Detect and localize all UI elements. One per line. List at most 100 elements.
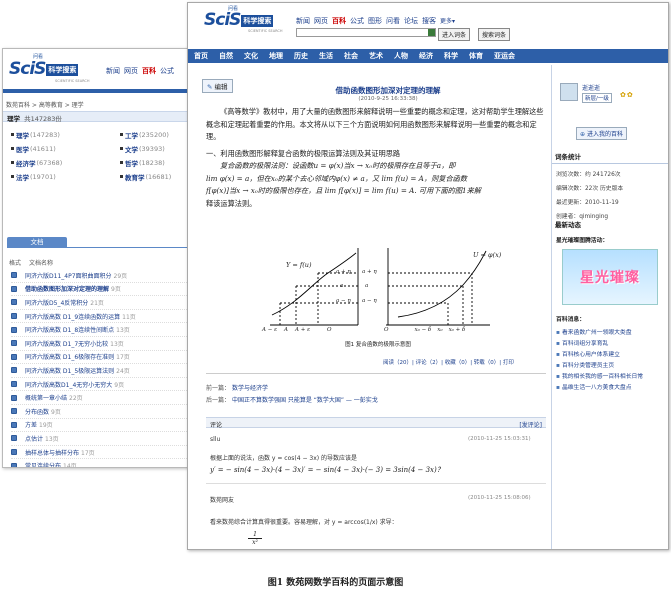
front-nav-ask[interactable]: 问看	[386, 16, 400, 26]
enter-entry-button[interactable]: 进入词条	[438, 28, 471, 41]
prev-label: 前一篇：	[206, 385, 231, 392]
figure-main-caption: 图1 数苑网数学百科的页面示意图	[267, 578, 404, 588]
docs-tab[interactable]: 文档	[7, 237, 67, 247]
subject-item[interactable]: 医学 (41611)	[11, 143, 91, 154]
subject-item[interactable]: 理学 (147283)	[11, 129, 91, 140]
doc-row[interactable]: 同济六版高数D1_4无穷小无穷大 9页	[11, 378, 189, 392]
next-link[interactable]: 中国正不算数学强国 只能算是 “数学大国” — 一彭实戈	[232, 397, 378, 404]
subject-item[interactable]: 法学 (19701)	[11, 171, 91, 182]
doc-row[interactable]: 同济六版高数 D1_6极限存在准则 17页	[11, 351, 189, 365]
doc-row[interactable]: 点估计 13页	[11, 432, 189, 446]
doc-row[interactable]: 同济六版高数 D1_5极限运算法则 24页	[11, 364, 189, 378]
right-curve	[397, 250, 487, 318]
subject-item[interactable]: 哲学 (18238)	[120, 157, 191, 168]
promo-banner[interactable]: 星光璀璨	[562, 249, 658, 305]
wiki-news-item[interactable]: ▪ 百科核心用户体系建立	[552, 348, 668, 359]
document-icon	[11, 367, 17, 374]
front-logo[interactable]: SciS 科学搜索	[204, 10, 274, 30]
front-nav-forum[interactable]: 论坛	[404, 16, 418, 26]
doc-row[interactable]: 借助函数图形加深对定理的理解 9页	[11, 282, 189, 297]
category-tab[interactable]: 艺术	[369, 51, 383, 61]
category-tab[interactable]: 经济	[419, 51, 433, 61]
category-tab[interactable]: 生活	[319, 51, 333, 61]
doc-title[interactable]: 同济六版高数 D1_9连续函数的运算	[25, 312, 120, 321]
prev-link[interactable]: 数学与经济学	[232, 385, 268, 392]
wiki-news-item[interactable]: ▪ 看来函数广州一领眼大类盘	[552, 326, 668, 337]
comment-1-formula: y′ = − sin(4 − 3x)·(4 − 3x)′ = − sin(4 −…	[210, 466, 444, 474]
edit-button[interactable]: ✎ 编辑	[202, 79, 233, 93]
col-name: 文档名称	[28, 260, 53, 267]
subject-item[interactable]: 经济学 (67368)	[11, 157, 91, 168]
fig-left-x-labels: A − ε A A + ε O	[262, 327, 332, 333]
doc-row[interactable]: 常见连续分布 14页	[11, 459, 189, 467]
back-nav-formula[interactable]: 公式	[160, 66, 174, 76]
category-tab[interactable]: 地理	[269, 51, 283, 61]
doc-title[interactable]: 同济六版D11_4P7面积曲面积分	[25, 271, 112, 280]
article-stats[interactable]: 阅读（20）| 评论（2）| 收藏（0）| 转载（0）| 打印	[383, 358, 514, 366]
doc-title[interactable]: 同济六版高数 D1_6极限存在准则	[25, 352, 114, 361]
doc-row[interactable]: 同济六版D11_4P7面积曲面积分 29页	[11, 269, 189, 283]
sidebar-user-level[interactable]: 新层/一级	[582, 93, 612, 103]
back-nav-wiki[interactable]: 百科	[142, 66, 156, 76]
doc-row[interactable]: 同济六版高数 D1_8连续性间断点 13页	[11, 323, 189, 337]
doc-title[interactable]: 点估计	[25, 434, 43, 443]
category-tab[interactable]: 体育	[469, 51, 483, 61]
doc-row[interactable]: 分布函数 9页	[11, 405, 189, 419]
doc-title[interactable]: 同济六版D5_4反常积分	[25, 298, 88, 307]
doc-row[interactable]: 同济六版高数 D1_7无穷小比较 13页	[11, 337, 189, 351]
divider	[206, 373, 546, 374]
article-paragraph-2b: lim φ(x) = a，但在x₀的某个去心邻域内φ(x) ≠ a，又 lim …	[206, 173, 468, 183]
avatar[interactable]	[560, 83, 578, 101]
doc-row[interactable]: 方差 19页	[11, 419, 189, 433]
doc-title[interactable]: 同济六版高数 D1_7无穷小比较	[25, 339, 108, 348]
wiki-news-item[interactable]: ▪ 晶维生活一八方美食大盘点	[552, 381, 668, 392]
front-nav-news[interactable]: 新闻	[296, 16, 310, 26]
category-tab[interactable]: 社会	[344, 51, 358, 61]
wiki-news-item[interactable]: ▪ 百科分类管理员主页	[552, 359, 668, 370]
front-nav-graph[interactable]: 图形	[368, 16, 382, 26]
category-tab[interactable]: 文化	[244, 51, 258, 61]
doc-row[interactable]: 同济六版高数 D1_9连续函数的运算 11页	[11, 310, 189, 324]
front-nav-web[interactable]: 网页	[314, 16, 328, 26]
subject-item[interactable]: 文学 (39393)	[120, 143, 191, 154]
doc-title[interactable]: 同济六版高数 D1_5极限运算法则	[25, 366, 114, 375]
sidebar-user[interactable]: 逝逝逝	[582, 83, 600, 92]
doc-title[interactable]: 同济六版高数 D1_8连续性间断点	[25, 325, 114, 334]
back-nav-news[interactable]: 新闻	[106, 66, 120, 76]
search-input[interactable]	[296, 28, 436, 37]
back-nav-web[interactable]: 网页	[124, 66, 138, 76]
doc-title[interactable]: 借助函数图形加深对定理的理解	[25, 284, 109, 293]
category-tab[interactable]: 人物	[394, 51, 408, 61]
doc-title[interactable]: 常见连续分布	[25, 461, 61, 467]
doc-title[interactable]: 同济六版高数D1_4无穷小无穷大	[25, 380, 112, 389]
subject-item[interactable]: 工学 (235200)	[120, 129, 191, 140]
category-tab[interactable]: 自然	[219, 51, 233, 61]
post-comment-link[interactable]: [发评论]	[519, 420, 542, 429]
back-window: SciS 科学搜索 问看 SCIENTIFIC SEARCH 新闻 网页 百科 …	[2, 48, 192, 468]
subject-item[interactable]: 教育学 (16681)	[120, 171, 191, 182]
search-entry-button[interactable]: 搜索词条	[478, 28, 511, 41]
back-logo[interactable]: SciS 科学搜索	[9, 59, 79, 79]
front-nav-soke[interactable]: 搜客	[422, 16, 436, 26]
front-nav-formula[interactable]: 公式	[350, 16, 364, 26]
wiki-news-item[interactable]: ▪ 我的相长我的感一百科相长日常	[552, 370, 668, 381]
category-tab[interactable]: 科学	[444, 51, 458, 61]
front-nav: 新闻 网页 百科 公式 图形 问看 论坛 搜客 更多▾	[296, 16, 459, 26]
wiki-news-item[interactable]: ▪ 百科词组分享育乱	[552, 337, 668, 348]
comment-2-text: 看来数苑综合计算真得很重要。容易理解，对 y = arccos(1/x) 求导：	[210, 519, 398, 526]
front-nav-wiki[interactable]: 百科	[332, 16, 346, 26]
my-wiki-button[interactable]: ⊕ 进入我的百科	[576, 127, 627, 140]
doc-row[interactable]: 概统第一章小结 22页	[11, 391, 189, 405]
doc-title[interactable]: 方差	[25, 420, 37, 429]
document-icon	[11, 381, 17, 388]
search-icon[interactable]	[428, 29, 435, 36]
doc-row[interactable]: 同济六版D5_4反常积分 21页	[11, 296, 189, 310]
doc-title[interactable]: 分布函数	[25, 407, 49, 416]
category-tab[interactable]: 首页	[194, 51, 208, 61]
doc-row[interactable]: 抽样总体与抽样分布 17页	[11, 446, 189, 460]
doc-title[interactable]: 抽样总体与抽样分布	[25, 448, 79, 457]
doc-title[interactable]: 概统第一章小结	[25, 393, 67, 402]
category-tab[interactable]: 亚运会	[494, 51, 515, 61]
category-tab[interactable]: 历史	[294, 51, 308, 61]
front-nav-more[interactable]: 更多▾	[440, 16, 455, 26]
